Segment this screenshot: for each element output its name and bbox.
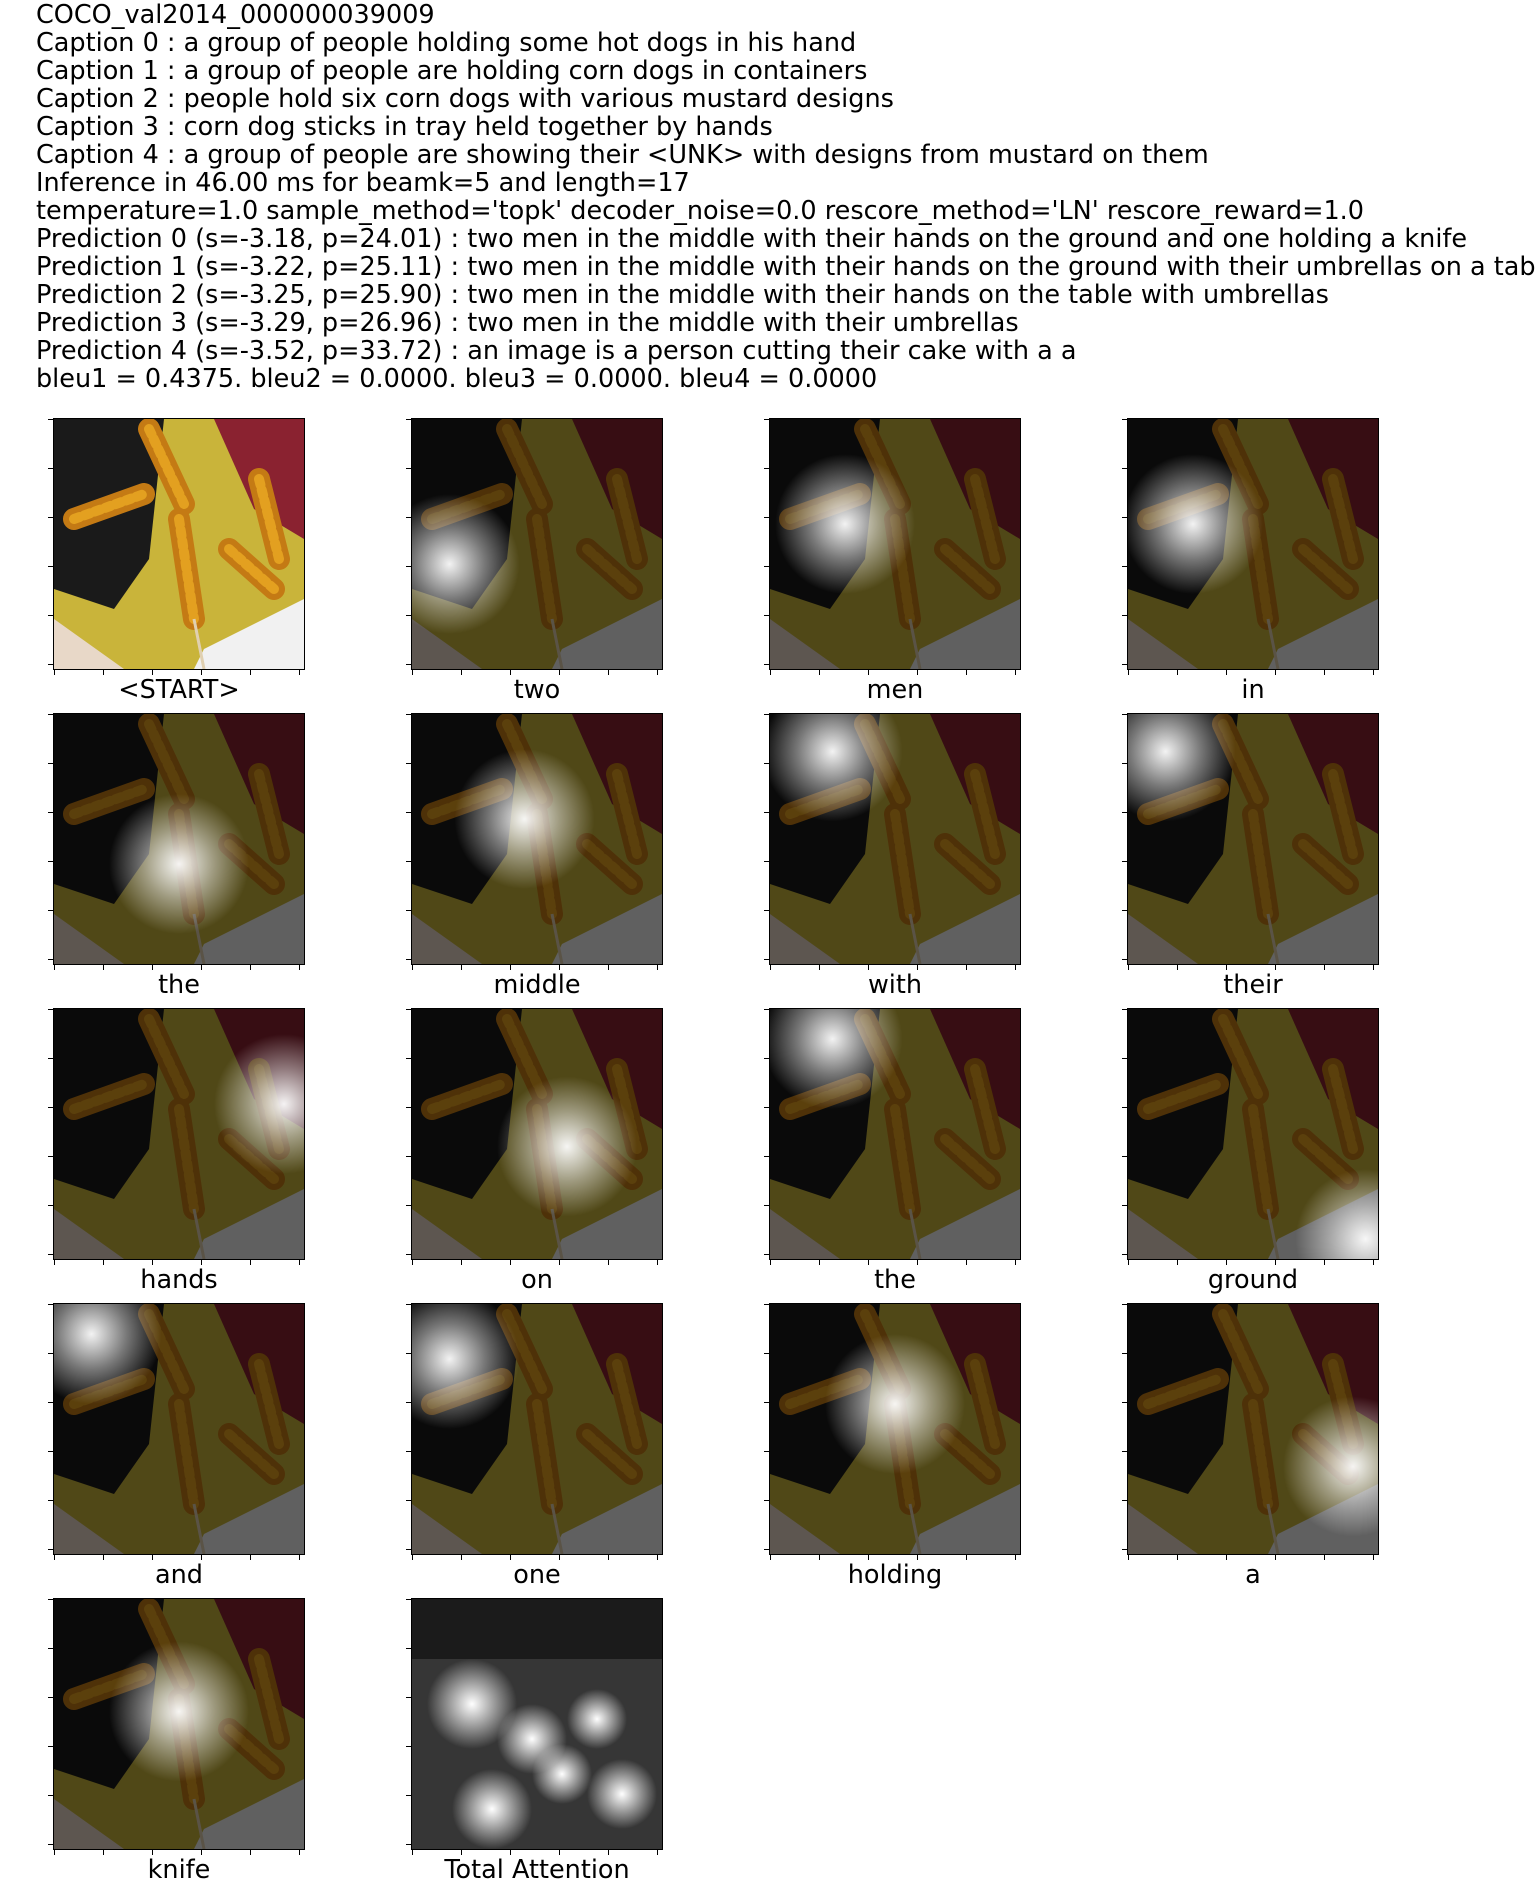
y-axis-ticks [764,1009,770,1259]
attention-panel: middle [406,713,663,1000]
header-line: Caption 4 : a group of people are showin… [36,140,1209,170]
header-line: Caption 2 : people hold six corn dogs wi… [36,84,894,114]
attention-image [48,1008,305,1265]
attention-panel: a [1122,1303,1379,1590]
header-text: COCO_val2014_000000039009 Caption 0 : a g… [36,1,1538,393]
attention-panel: their [1122,713,1379,1000]
attention-image [48,1303,305,1560]
attention-panel: two [406,418,663,705]
panel-word-label: knife [147,1855,211,1885]
header-line: Prediction 4 (s=-3.52, p=33.72) : an ima… [36,336,1077,366]
panel-word-label: the [874,1265,916,1295]
attention-panel: and [48,1303,305,1590]
attention-panel: knife [48,1598,305,1885]
attention-panel: ground [1122,1008,1379,1295]
attention-image [48,1598,305,1855]
y-axis-ticks [406,1599,412,1849]
attention-image [764,713,1021,970]
header-line: Prediction 1 (s=-3.22, p=25.11) : two me… [36,252,1538,282]
y-axis-ticks [48,1599,54,1849]
y-axis-ticks [406,419,412,669]
panel-word-label: in [1241,675,1265,705]
panel-word-label: their [1223,970,1283,1000]
header-line: Prediction 2 (s=-3.25, p=25.90) : two me… [36,280,1329,310]
header-line: Prediction 0 (s=-3.18, p=24.01) : two me… [36,224,1468,254]
y-axis-ticks [764,1304,770,1554]
attention-panel: with [764,713,1021,1000]
attention-panel: the [764,1008,1021,1295]
attention-image [764,1303,1021,1560]
panel-word-label: hands [140,1265,218,1295]
header-line: temperature=1.0 sample_method='topk' dec… [36,196,1364,226]
panel-word-label: the [158,970,200,1000]
y-axis-ticks [48,714,54,964]
header-line: Caption 1 : a group of people are holdin… [36,56,868,86]
panel-word-label: two [513,675,561,705]
panel-word-label: men [866,675,924,705]
attention-image [406,713,663,970]
attention-panel: one [406,1303,663,1590]
attention-image [1122,1303,1379,1560]
attention-image [48,713,305,970]
panel-word-label: Total Attention [444,1855,630,1885]
attention-image [764,418,1021,675]
panel-word-label: middle [493,970,581,1000]
header-line: Prediction 3 (s=-3.29, p=26.96) : two me… [36,308,1019,338]
panel-word-label: with [867,970,923,1000]
header-line: Caption 3 : corn dog sticks in tray held… [36,112,773,142]
attention-panel: Total Attention [406,1598,663,1885]
y-axis-ticks [48,1304,54,1554]
attention-panel: on [406,1008,663,1295]
y-axis-ticks [406,714,412,964]
y-axis-ticks [406,1304,412,1554]
y-axis-ticks [406,1009,412,1259]
y-axis-ticks [764,714,770,964]
attention-image [406,1008,663,1265]
panel-word-label: one [513,1560,561,1590]
y-axis-ticks [1122,419,1128,669]
attention-panel: men [764,418,1021,705]
total-attention-map [406,1598,663,1855]
y-axis-ticks [48,419,54,669]
attention-image [1122,418,1379,675]
y-axis-ticks [1122,1009,1128,1259]
header-line: Inference in 46.00 ms for beamk=5 and le… [36,168,690,198]
panel-word-label: and [155,1560,203,1590]
attention-panel: <START> [48,418,305,705]
panel-word-label: ground [1207,1265,1299,1295]
y-axis-ticks [764,419,770,669]
header-line: Caption 0 : a group of people holding so… [36,28,857,58]
y-axis-ticks [48,1009,54,1259]
attention-panel: holding [764,1303,1021,1590]
attention-panel: in [1122,418,1379,705]
attention-image [1122,713,1379,970]
panel-word-label: holding [847,1560,943,1590]
panel-word-label: on [521,1265,553,1295]
attention-image [406,418,663,675]
attention-panel: the [48,713,305,1000]
panel-word-label: a [1245,1560,1261,1590]
panel-word-label: <START> [118,675,240,705]
y-axis-ticks [1122,714,1128,964]
attention-image [406,1303,663,1560]
attention-image [764,1008,1021,1265]
attention-panel: hands [48,1008,305,1295]
attention-image [1122,1008,1379,1265]
y-axis-ticks [1122,1304,1128,1554]
header-line: bleu1 = 0.4375. bleu2 = 0.0000. bleu3 = … [36,364,878,394]
image-id: COCO_val2014_000000039009 [36,0,435,30]
attention-image [48,418,305,675]
